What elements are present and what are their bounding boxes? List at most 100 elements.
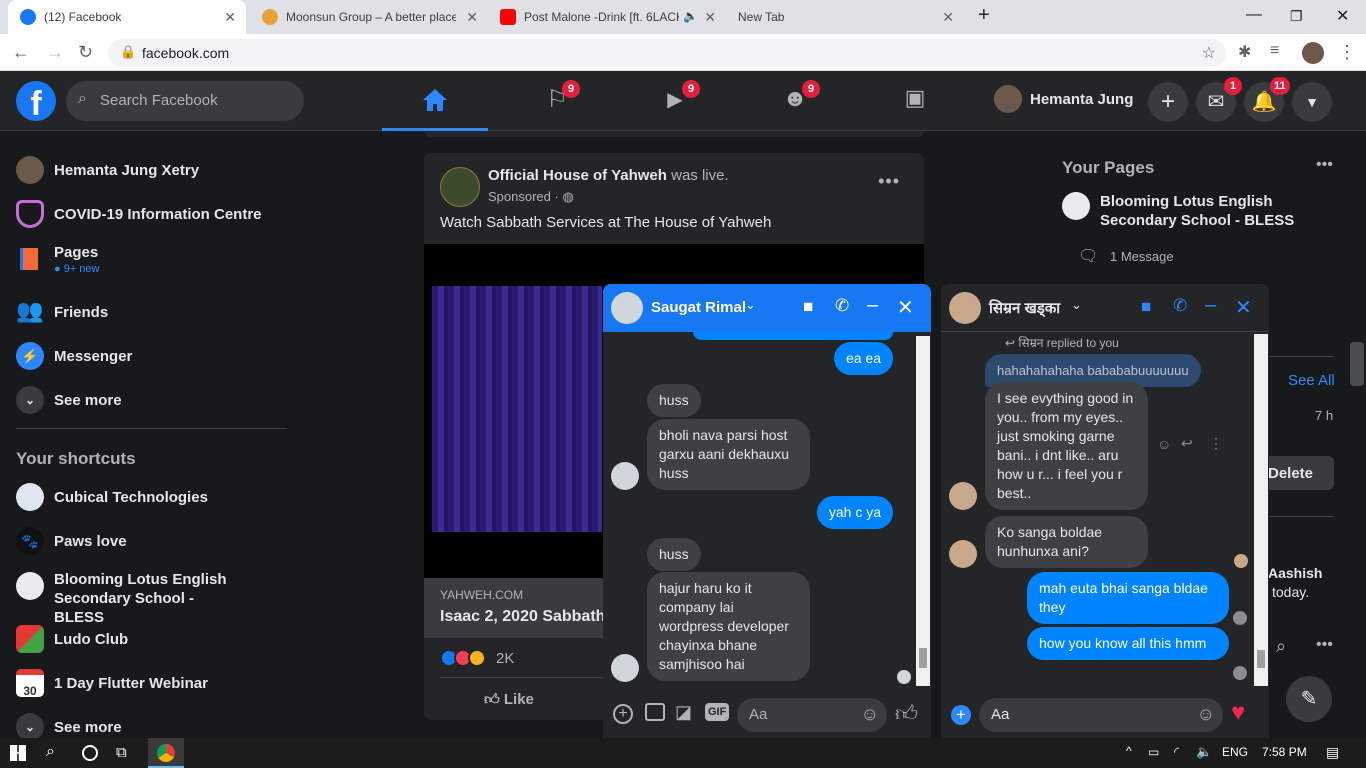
chrome-menu-icon[interactable]: ⋮	[1338, 42, 1356, 63]
battery-icon[interactable]: ▭	[1148, 745, 1159, 759]
sidebar-item-friends[interactable]: 👥 Friends	[16, 298, 108, 326]
tray-chevron-icon[interactable]: ^	[1126, 744, 1132, 758]
back-arrow-icon[interactable]: ←	[12, 42, 30, 63]
post-options-icon[interactable]: •••	[878, 171, 900, 192]
add-attachment-icon[interactable]: +	[951, 705, 971, 725]
phone-icon[interactable]: ✆	[1173, 296, 1187, 316]
chat-scrollbar[interactable]	[916, 336, 930, 686]
chat-message-input[interactable]: Aa ☺	[979, 698, 1223, 732]
new-message-button[interactable]: ✎	[1286, 676, 1332, 722]
page-scrollbar[interactable]	[1350, 342, 1364, 386]
close-chat-icon[interactable]: ✕	[1235, 295, 1252, 320]
more-options-icon[interactable]: ⋮	[1209, 435, 1223, 452]
account-menu-button[interactable]: ▼	[1292, 82, 1332, 122]
page-messages[interactable]: 1 Message	[1110, 249, 1174, 264]
search-contacts-icon[interactable]: ⌕	[1276, 636, 1286, 657]
new-tab-button[interactable]: +	[978, 4, 990, 27]
sidebar-see-more[interactable]: ⌄ See more	[16, 386, 122, 414]
photo-icon[interactable]	[645, 703, 665, 721]
create-plus-button[interactable]: +	[1148, 82, 1188, 122]
sidebar-item-covid[interactable]: COVID-19 Information Centre	[16, 200, 262, 228]
close-tab-icon[interactable]: ✕	[224, 9, 236, 26]
speaker-icon[interactable]: 🔈	[683, 9, 698, 23]
phone-icon[interactable]: ✆	[835, 296, 849, 316]
media-control-icon[interactable]: ≡	[1270, 42, 1279, 60]
chat-header[interactable]: Saugat Rimal ⌄ ■ ✆ – ✕	[603, 284, 931, 332]
add-attachment-icon[interactable]: +	[613, 704, 633, 724]
nav-home-tab[interactable]	[382, 71, 488, 131]
nav-groups-tab[interactable]: ☻ 9	[760, 71, 832, 131]
chevron-down-icon[interactable]: ⌄	[745, 297, 756, 313]
close-tab-icon[interactable]: ✕	[704, 9, 716, 26]
chat-message-input[interactable]: Aa ☺	[737, 698, 887, 732]
reply-icon[interactable]: ↩	[1181, 435, 1193, 452]
browser-tab-newtab[interactable]: New Tab ✕	[726, 0, 964, 34]
heart-icon[interactable]: ♥	[1231, 699, 1245, 727]
nav-pages-tab[interactable]: ⚐ 9	[520, 71, 592, 131]
minimize-chat-icon[interactable]: –	[1205, 294, 1216, 317]
shortcut-flutter-webinar[interactable]: 30 1 Day Flutter Webinar	[16, 669, 208, 698]
shortcuts-see-more[interactable]: ⌄ See more	[16, 713, 122, 741]
emoji-icon[interactable]: ☺	[861, 704, 879, 725]
react-emoji-icon[interactable]: ☺	[1157, 436, 1171, 452]
input-language[interactable]: ENG	[1222, 745, 1248, 759]
shortcut-ludo-club[interactable]: Ludo Club	[16, 625, 128, 653]
gif-button[interactable]: GIF	[705, 703, 730, 721]
close-tab-icon[interactable]: ✕	[466, 9, 478, 26]
search-input[interactable]: ⌕ Search Facebook	[66, 81, 304, 121]
omnibox[interactable]: 🔒 facebook.com ☆	[108, 39, 1226, 67]
chat-header[interactable]: सिम्रन खड्का ⌄ ■ ✆ – ✕	[941, 284, 1269, 332]
maximize-button[interactable]: ❐	[1290, 8, 1303, 25]
delete-button[interactable]: Delete	[1264, 456, 1334, 490]
volume-icon[interactable]: 🔈	[1196, 744, 1212, 760]
close-window-button[interactable]: ✕	[1336, 6, 1349, 26]
scrollbar-thumb[interactable]	[919, 648, 927, 668]
wifi-icon[interactable]: ◜	[1174, 744, 1179, 760]
close-tab-icon[interactable]: ✕	[942, 9, 954, 26]
extensions-icon[interactable]: ✱	[1238, 42, 1251, 62]
post-author[interactable]: Official House of Yahweh	[488, 167, 667, 184]
see-all-link[interactable]: See All	[1288, 372, 1335, 389]
task-view-icon[interactable]: ⧉	[116, 744, 127, 761]
chat-scrollbar[interactable]	[1254, 334, 1268, 686]
emoji-icon[interactable]: ☺	[1197, 704, 1215, 725]
thumbs-up-icon[interactable]: 👍︎	[895, 700, 918, 727]
minimize-button[interactable]: —	[1246, 6, 1262, 24]
like-button[interactable]: 👍︎ Like	[484, 691, 534, 709]
windows-start-icon[interactable]	[10, 745, 26, 761]
minimize-chat-icon[interactable]: –	[867, 294, 878, 317]
scrollbar-thumb[interactable]	[1257, 650, 1265, 668]
close-chat-icon[interactable]: ✕	[897, 295, 914, 320]
reload-icon[interactable]: ↻	[78, 42, 93, 63]
your-page-name[interactable]: Blooming Lotus English Secondary School …	[1100, 192, 1300, 230]
your-pages-options-icon[interactable]: •••	[1316, 156, 1333, 174]
video-call-icon[interactable]: ■	[803, 297, 813, 317]
video-call-icon[interactable]: ■	[1141, 297, 1151, 317]
profile-shortcut[interactable]: Hemanta Jung	[994, 85, 1133, 113]
clock[interactable]: 7:58 PM	[1262, 745, 1307, 759]
reactions-count[interactable]: 2K	[496, 650, 514, 667]
forward-arrow-icon[interactable]: →	[46, 42, 64, 63]
chevron-down-icon[interactable]: ⌄	[1071, 297, 1082, 313]
sidebar-item-profile[interactable]: Hemanta Jung Xetry	[16, 156, 199, 184]
cortana-icon[interactable]	[82, 745, 98, 761]
search-icon[interactable]: ⌕	[46, 743, 55, 761]
chrome-profile-avatar[interactable]	[1302, 42, 1324, 64]
bookmark-star-icon[interactable]: ☆	[1202, 43, 1216, 63]
browser-tab-moonsun[interactable]: Moonsun Group – A better place ✕	[250, 0, 488, 34]
chat-contact-name[interactable]: Saugat Rimal	[651, 299, 746, 316]
sidebar-item-pages[interactable]: Pages ● 9+ new	[16, 244, 99, 275]
shortcut-paws-love[interactable]: 🐾 Paws love	[16, 527, 127, 555]
nav-watch-tab[interactable]: ▶ 9	[640, 71, 712, 131]
chat-contact-name[interactable]: सिम्रन खड्का	[989, 298, 1060, 318]
shortcut-cubical[interactable]: Cubical Technologies	[16, 483, 208, 511]
browser-tab-youtube[interactable]: Post Malone -Drink [ft. 6LACK 🔈 ✕	[488, 0, 726, 34]
action-center-icon[interactable]: ▤	[1326, 744, 1339, 761]
facebook-logo[interactable]: f	[16, 81, 56, 121]
nav-gaming-tab[interactable]: ▣	[880, 71, 952, 131]
house-of-yahweh-avatar[interactable]	[440, 167, 480, 207]
sticker-icon[interactable]: ◪	[675, 702, 692, 723]
sidebar-item-messenger[interactable]: ⚡ Messenger	[16, 342, 132, 370]
taskbar-chrome[interactable]	[148, 738, 184, 768]
shortcut-blooming-lotus[interactable]: Blooming Lotus English Secondary School …	[16, 570, 244, 627]
